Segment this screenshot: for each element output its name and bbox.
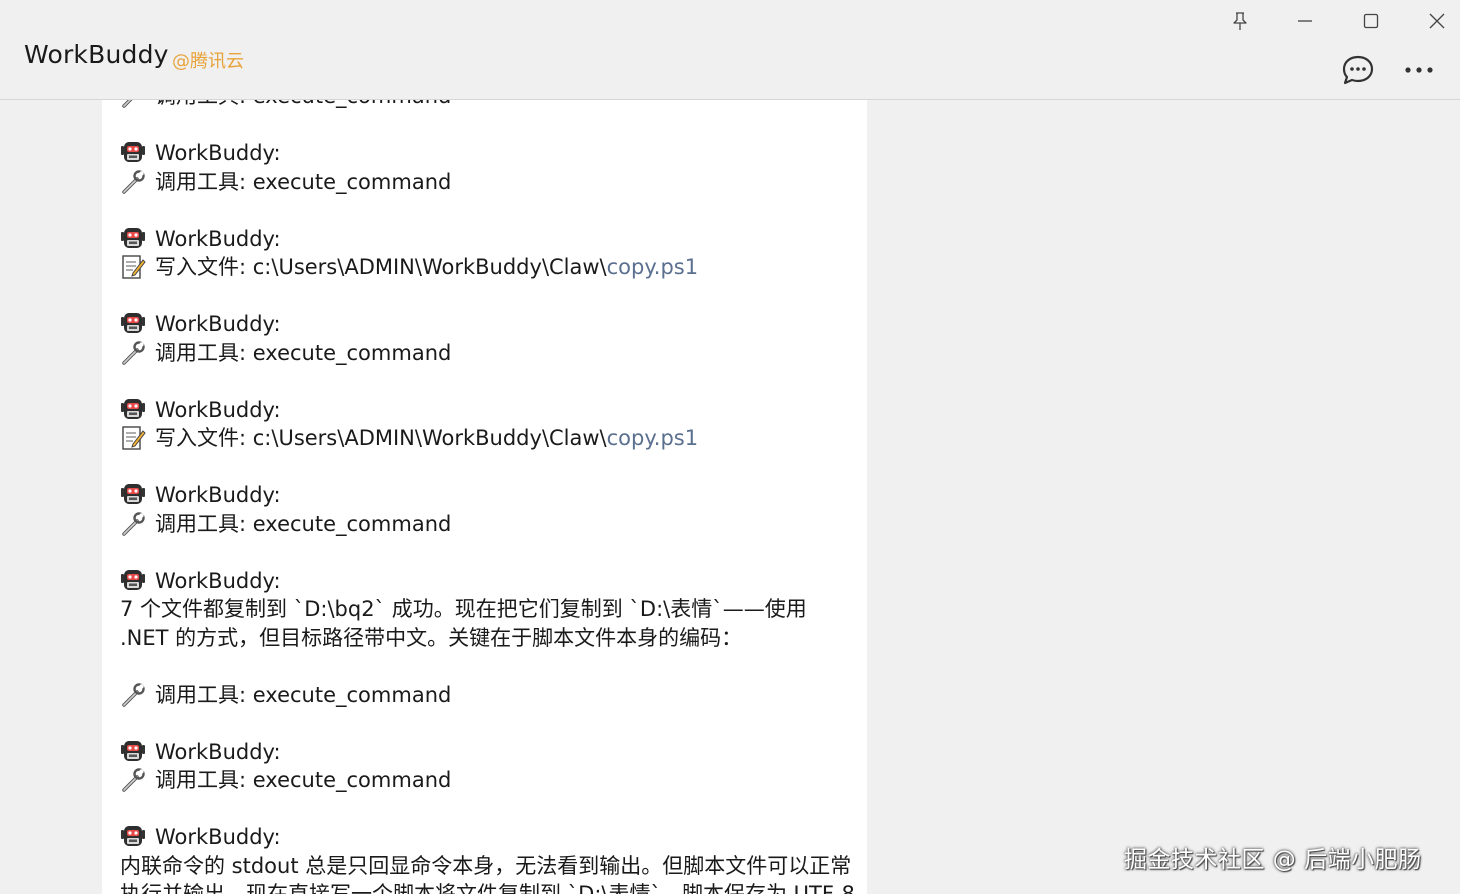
sender-line: WorkBuddy:	[120, 225, 855, 254]
robot-icon	[120, 140, 146, 166]
sender-name: WorkBuddy:	[155, 141, 281, 165]
tool-text: 写入文件: c:\Users\ADMIN\WorkBuddy\Claw\	[155, 426, 607, 450]
wrench-icon	[120, 169, 146, 195]
pin-icon	[1233, 12, 1247, 30]
robot-icon	[120, 397, 146, 423]
minimize-icon	[1298, 20, 1312, 22]
memo-icon	[120, 254, 146, 280]
close-button[interactable]	[1417, 6, 1457, 36]
robot-icon	[120, 311, 146, 337]
chat-message: 调用工具: execute_command	[120, 681, 855, 710]
tool-line: 调用工具: execute_command	[120, 168, 855, 197]
chat-message: WorkBuddy: 内联命令的 stdout 总是只回显命令本身，无法看到输出。…	[120, 823, 855, 894]
memo-icon	[120, 425, 146, 451]
message-list: 调用工具: execute_command WorkBuddy: 调用工具: exe…	[120, 100, 855, 894]
maximize-button[interactable]	[1351, 6, 1391, 36]
tool-line: 写入文件: c:\Users\ADMIN\WorkBuddy\Claw\ copy…	[120, 424, 855, 453]
sender-name: WorkBuddy:	[155, 483, 281, 507]
chat-bubble-icon	[1342, 55, 1374, 85]
sender-line: WorkBuddy:	[120, 567, 855, 596]
message-text: 内联命令的 stdout 总是只回显命令本身，无法看到输出。但脚本文件可以正常执…	[120, 853, 855, 894]
pin-button[interactable]	[1220, 6, 1260, 36]
chat-message: WorkBuddy: 7 个文件都复制到 `D:\bq2` 成功。现在把它们复制到…	[120, 567, 855, 653]
app-title: WorkBuddy	[24, 40, 169, 69]
minimize-button[interactable]	[1285, 6, 1325, 36]
sender-name: WorkBuddy:	[155, 226, 281, 251]
tool-line: 调用工具: execute_command	[120, 510, 855, 539]
wrench-icon	[120, 511, 146, 537]
tool-text: 调用工具: execute_command	[155, 511, 452, 536]
tool-line: 调用工具: execute_command	[120, 339, 855, 368]
close-icon	[1429, 13, 1445, 29]
robot-icon	[120, 568, 146, 594]
wrench-icon	[120, 100, 146, 109]
more-icon	[1405, 67, 1433, 73]
sender-name: WorkBuddy:	[155, 825, 281, 849]
robot-icon	[120, 824, 146, 850]
file-link[interactable]: copy.ps1	[607, 253, 698, 282]
wrench-icon	[120, 682, 146, 708]
sender-line: WorkBuddy:	[120, 310, 855, 339]
sender-name: WorkBuddy:	[155, 397, 281, 422]
sender-line: WorkBuddy:	[120, 481, 855, 510]
robot-icon	[120, 482, 146, 508]
tool-line: 调用工具: execute_command	[120, 681, 855, 710]
chat-message: WorkBuddy: 调用工具: execute_command	[120, 738, 855, 795]
sender-line: WorkBuddy:	[120, 396, 855, 425]
wrench-icon	[120, 340, 146, 366]
more-button[interactable]	[1399, 50, 1439, 90]
tool-text: 调用工具: execute_command	[155, 768, 452, 792]
tool-line: 调用工具: execute_command	[120, 766, 855, 795]
chat-message: WorkBuddy: 调用工具: execute_command	[120, 310, 855, 367]
chat-message: WorkBuddy: 写入文件: c:\Users\ADMIN\WorkBuddy…	[120, 396, 855, 453]
sender-line: WorkBuddy:	[120, 823, 855, 852]
tool-line: 调用工具: execute_command	[120, 100, 855, 111]
sender-name: WorkBuddy:	[155, 739, 281, 764]
maximize-icon	[1363, 13, 1379, 29]
message-text: 7 个文件都复制到 `D:\bq2` 成功。现在把它们复制到 `D:\表情`——…	[120, 597, 807, 650]
sender-name: WorkBuddy:	[155, 568, 281, 593]
tool-text: 调用工具: execute_command	[155, 100, 451, 111]
chat-message: WorkBuddy: 调用工具: execute_command	[120, 481, 855, 538]
chat-message: WorkBuddy: 调用工具: execute_command	[120, 139, 855, 196]
tool-text: 调用工具: execute_command	[155, 340, 452, 365]
tool-text: 调用工具: execute_command	[155, 682, 452, 707]
file-link[interactable]: copy.ps1	[607, 424, 698, 453]
tool-text: 调用工具: execute_command	[155, 169, 452, 194]
wrench-icon	[120, 767, 146, 793]
chat-button[interactable]	[1338, 50, 1378, 90]
sender-line: WorkBuddy:	[120, 139, 855, 168]
robot-icon	[120, 739, 146, 765]
title-bar: WorkBuddy @腾讯云	[0, 0, 1460, 100]
app-subtitle: @腾讯云	[172, 51, 244, 72]
chat-log[interactable]: 调用工具: execute_command WorkBuddy: 调用工具: exe…	[102, 100, 867, 894]
sender-name: WorkBuddy:	[155, 312, 281, 336]
chat-message: 调用工具: execute_command	[120, 100, 855, 111]
robot-icon	[120, 226, 146, 252]
tool-line: 写入文件: c:\Users\ADMIN\WorkBuddy\Claw\ copy…	[120, 253, 855, 282]
chat-message: WorkBuddy: 写入文件: c:\Users\ADMIN\WorkBuddy…	[120, 225, 855, 282]
sender-line: WorkBuddy:	[120, 738, 855, 767]
watermark: 掘金技术社区 @ 后端小肥肠	[1124, 847, 1422, 873]
tool-text: 写入文件: c:\Users\ADMIN\WorkBuddy\Claw\	[155, 255, 607, 279]
